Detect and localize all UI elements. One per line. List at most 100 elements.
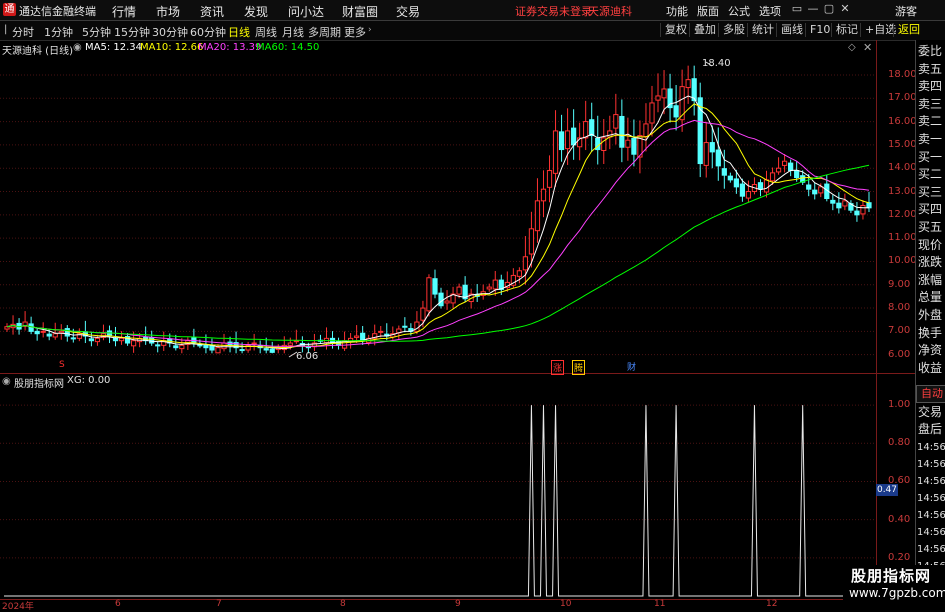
event-marker-cai[interactable]: 财 bbox=[626, 360, 637, 373]
close-icon[interactable]: ✕ bbox=[838, 2, 852, 16]
candle-body bbox=[733, 178, 739, 188]
menu-shichang[interactable]: 市场 bbox=[156, 3, 180, 20]
menu-hangqing[interactable]: 行情 bbox=[112, 3, 136, 20]
period-more[interactable]: 更多 bbox=[344, 24, 366, 40]
period-30min[interactable]: 30分钟 bbox=[152, 24, 188, 40]
candle-body bbox=[173, 345, 179, 349]
candle-body bbox=[456, 286, 462, 295]
candle-body bbox=[209, 345, 215, 351]
candle-body bbox=[287, 342, 293, 346]
x-label-7: 7 bbox=[216, 599, 222, 609]
candle-body bbox=[854, 210, 860, 216]
y-tick-main: 15.00 bbox=[888, 138, 917, 150]
y-tick-main: 9.00 bbox=[888, 278, 911, 290]
quote-side-panel: 委比 卖五 卖四 卖三 卖二 卖一 买一 买二 买三 买四 买五 现价 涨跌 涨幅 总量 外盘 换手 净资 收益 自… bbox=[915, 40, 945, 609]
user-label[interactable]: 游客 bbox=[895, 3, 917, 19]
period-1min[interactable]: 1分钟 bbox=[44, 24, 73, 40]
period-fenshi[interactable]: 分时 bbox=[12, 24, 34, 40]
candle-body bbox=[812, 189, 818, 195]
period-60min[interactable]: 60分钟 bbox=[190, 24, 226, 40]
low-price-label: 6.06 bbox=[296, 351, 319, 362]
period-multi[interactable]: 多周期 bbox=[308, 24, 341, 40]
y-tick-main: 10.00 bbox=[888, 255, 917, 267]
candle-body bbox=[263, 348, 269, 351]
period-15min[interactable]: 15分钟 bbox=[114, 24, 150, 40]
kline-chart[interactable] bbox=[0, 40, 876, 600]
candle-body bbox=[438, 292, 444, 307]
candle-body bbox=[492, 279, 498, 290]
y-tick-main: 13.00 bbox=[888, 185, 917, 197]
candle-body bbox=[64, 328, 70, 337]
candle-body bbox=[203, 344, 209, 349]
candle-body bbox=[745, 191, 752, 199]
btn-biaoji[interactable]: 标记 bbox=[831, 23, 858, 37]
candle-body bbox=[769, 172, 776, 182]
quote-label: 收益 bbox=[918, 360, 943, 375]
candle-body bbox=[721, 168, 727, 176]
minimize-icon[interactable]: — bbox=[806, 2, 820, 16]
btn-add-watchlist[interactable]: +自选 bbox=[860, 23, 896, 37]
candle-body bbox=[703, 142, 709, 166]
candle-body bbox=[613, 114, 619, 129]
candle-body bbox=[661, 88, 667, 99]
menu-faxian[interactable]: 发现 bbox=[244, 3, 268, 20]
trade-login-status[interactable]: 证券交易未登录 bbox=[515, 3, 592, 19]
candle-body bbox=[378, 330, 384, 333]
x-label-10: 10 bbox=[560, 599, 572, 609]
btn-duogu[interactable]: 多股 bbox=[718, 23, 745, 37]
y-tick-main: 12.00 bbox=[888, 208, 917, 220]
maximize-icon[interactable]: ▢ bbox=[822, 2, 836, 16]
quote-label: 外盘 bbox=[918, 308, 943, 322]
quote-label: 净资 bbox=[918, 343, 943, 358]
title-stock-name: 天源迪科 bbox=[588, 5, 632, 18]
indicator-current-tag: 0.47 bbox=[876, 484, 898, 496]
candle-body bbox=[564, 130, 571, 150]
btn-back[interactable]: 返回 bbox=[893, 23, 920, 37]
candle-body bbox=[830, 199, 836, 204]
event-marker-teng[interactable]: 腾 bbox=[572, 360, 586, 375]
x-label-12: 12 bbox=[766, 599, 778, 609]
candle-body bbox=[179, 344, 185, 350]
period-daily[interactable]: 日线 bbox=[228, 24, 250, 40]
tick-time: 14:56 bbox=[917, 476, 945, 487]
restore-icon[interactable]: ▭ bbox=[790, 2, 804, 16]
quote-label: 委比 bbox=[918, 44, 943, 58]
period-weekly[interactable]: 周线 bbox=[255, 24, 277, 40]
menu-banmian[interactable]: 版面 bbox=[697, 3, 719, 19]
period-5min[interactable]: 5分钟 bbox=[82, 24, 111, 40]
period-monthly[interactable]: 月线 bbox=[282, 24, 304, 40]
watermark-title: 股朋指标网 bbox=[851, 567, 932, 585]
high-price-label: 18.40 bbox=[702, 58, 731, 69]
btn-huaxian[interactable]: 画线 bbox=[776, 23, 803, 37]
y-tick-main: 16.00 bbox=[888, 115, 917, 127]
event-marker-zhang[interactable]: 涨 bbox=[551, 360, 565, 375]
chart-area[interactable]: 天源迪科 (日线) ◉ MA5: 12.34 MA10: 12.66 MA20:… bbox=[0, 40, 917, 600]
candle-body bbox=[866, 202, 872, 209]
quote-label: 卖一 bbox=[918, 132, 943, 146]
quote-label: 换手 bbox=[918, 325, 943, 340]
x-label-8: 8 bbox=[340, 599, 346, 609]
btn-tongji[interactable]: 统计 bbox=[747, 23, 774, 37]
menu-gongshi[interactable]: 公式 bbox=[728, 3, 750, 19]
btn-f10[interactable]: F10 bbox=[805, 23, 830, 37]
candle-body bbox=[709, 142, 715, 153]
menu-caifuquan[interactable]: 财富圈 bbox=[342, 3, 378, 20]
candle-body bbox=[583, 121, 589, 139]
candle-body bbox=[251, 342, 257, 345]
more-chevron-icon[interactable]: › bbox=[368, 25, 372, 35]
candle-body bbox=[215, 347, 221, 354]
menu-gongneng[interactable]: 功能 bbox=[666, 3, 688, 19]
candle-body bbox=[70, 337, 76, 340]
menu-xuanxiang[interactable]: 选项 bbox=[759, 3, 781, 19]
menu-zixun[interactable]: 资讯 bbox=[200, 3, 224, 20]
candle-body bbox=[775, 167, 782, 173]
btn-fuquan[interactable]: 复权 bbox=[660, 23, 687, 37]
btn-diejia[interactable]: 叠加 bbox=[689, 23, 716, 37]
event-marker-s[interactable]: S bbox=[58, 360, 66, 370]
candle-body bbox=[727, 175, 733, 181]
quote-label: 卖二 bbox=[918, 114, 943, 129]
menu-jiaoyi[interactable]: 交易 bbox=[396, 3, 420, 20]
candle-body bbox=[528, 228, 535, 255]
menu-wenxiaoda[interactable]: 问小达 bbox=[288, 3, 324, 20]
auto-button[interactable]: 自动 bbox=[916, 385, 945, 403]
